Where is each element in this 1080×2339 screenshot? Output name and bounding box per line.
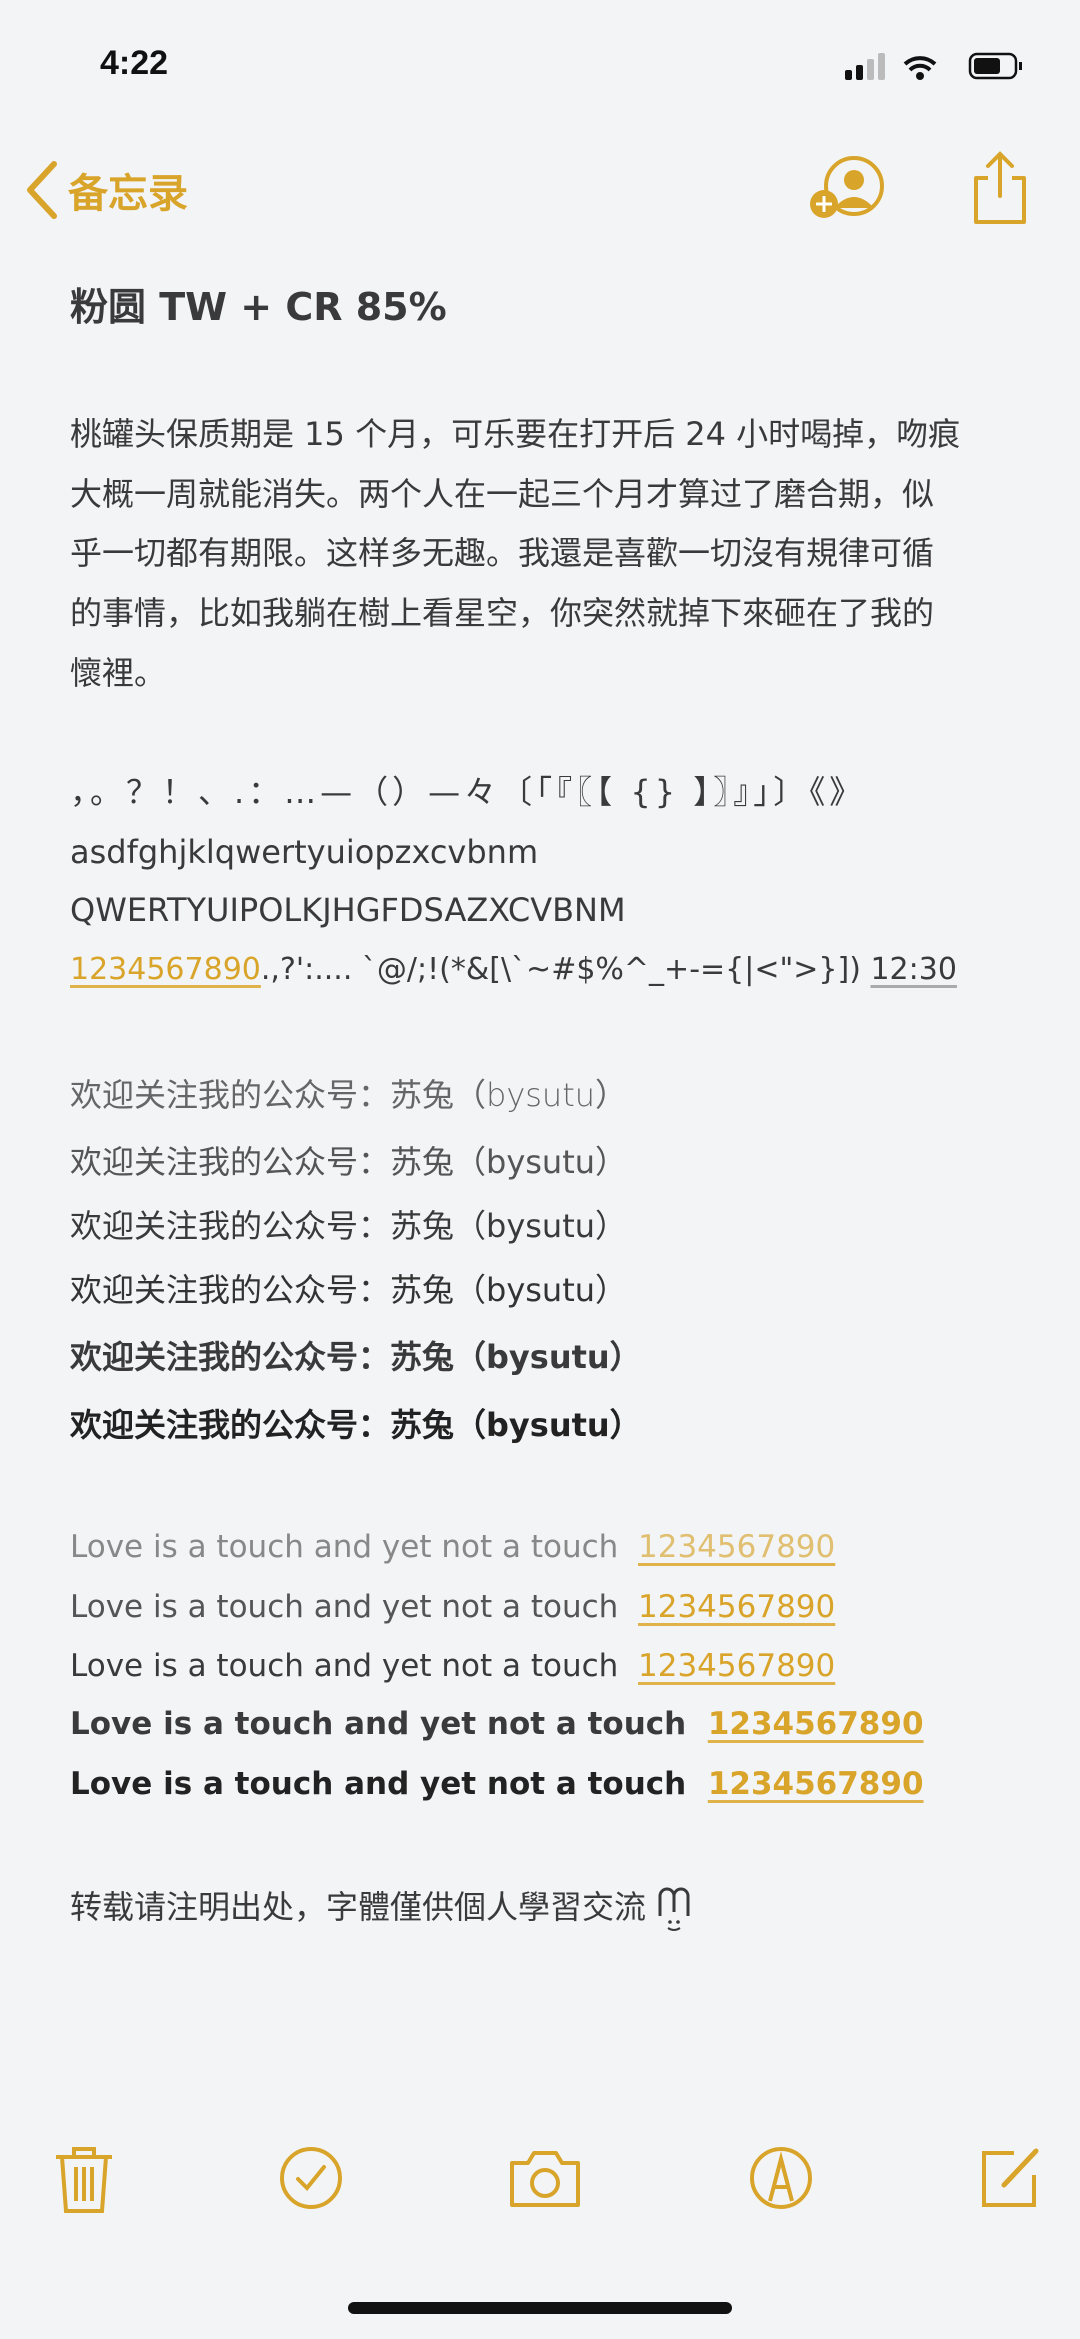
status-time: 4:22 bbox=[100, 44, 169, 82]
symbols-text: .,?':.... `@/;!(*&[\`~#$%^_+-={|<">}]) bbox=[260, 952, 871, 987]
number-link[interactable]: 1234567890 bbox=[708, 1766, 924, 1802]
add-person-icon bbox=[810, 156, 884, 218]
love-text: Love is a touch and yet not a touch bbox=[70, 1766, 687, 1802]
paragraph-line: 桃罐头保质期是 15 个月，可乐要在打开后 24 小时喝掉，吻痕 bbox=[70, 415, 961, 453]
back-label: 备忘录 bbox=[68, 171, 188, 217]
camera-button[interactable] bbox=[508, 2145, 580, 2209]
compose-button[interactable] bbox=[978, 2145, 1042, 2209]
number-link[interactable]: 1234567890 bbox=[638, 1529, 835, 1565]
share-icon bbox=[974, 151, 1026, 224]
love-line: Love is a touch and yet not a touch 1234… bbox=[70, 1585, 835, 1629]
symbols-line: 1234567890.,?':.... `@/;!(*&[\`~#$%^_+-=… bbox=[70, 948, 957, 992]
punctuation-line: ，。？！、.：…—（）—々〔「『〖【 {} 】〗』」〕《》 bbox=[70, 773, 866, 811]
checklist-button[interactable] bbox=[278, 2145, 342, 2209]
bunny-icon bbox=[658, 1887, 690, 1931]
lowercase-line: asdfghjklqwertyuiopzxcvbnm bbox=[70, 833, 539, 871]
love-text: Love is a touch and yet not a touch bbox=[70, 1589, 619, 1625]
love-line: Love is a touch and yet not a touch 1234… bbox=[70, 1644, 835, 1688]
paragraph-line: 乎一切都有期限。这样多无趣。我還是喜歡一切沒有規律可循 bbox=[70, 534, 935, 572]
digits-link[interactable]: 1234567890 bbox=[70, 952, 261, 987]
share-button[interactable] bbox=[970, 150, 1030, 230]
love-line: Love is a touch and yet not a touch 1234… bbox=[70, 1702, 924, 1746]
time-link[interactable]: 12:30 bbox=[870, 952, 956, 987]
love-line: Love is a touch and yet not a touch 1234… bbox=[70, 1525, 835, 1569]
markup-icon bbox=[750, 2147, 812, 2209]
welcome-line: 欢迎关注我的公众号：苏兔（bysutu） bbox=[70, 1271, 628, 1309]
uppercase-line: QWERTYUIPOLKJHGFDSAZXCVBNM bbox=[70, 891, 626, 929]
number-link[interactable]: 1234567890 bbox=[638, 1648, 835, 1684]
footer-line: 转载请注明出处，字體僅供個人學習交流 bbox=[70, 1882, 694, 1932]
paragraph-line: 大概一周就能消失。两个人在一起三个月才算过了磨合期，似 bbox=[70, 475, 935, 513]
number-link[interactable]: 1234567890 bbox=[638, 1589, 835, 1625]
paragraph-line: 懷裡。 bbox=[70, 654, 167, 692]
markup-button[interactable] bbox=[748, 2145, 812, 2209]
number-link[interactable]: 1234567890 bbox=[708, 1706, 924, 1742]
love-text: Love is a touch and yet not a touch bbox=[70, 1648, 619, 1684]
love-text: Love is a touch and yet not a touch bbox=[70, 1529, 619, 1565]
signal-wifi-battery-icon bbox=[845, 52, 1022, 80]
delete-button[interactable] bbox=[52, 2145, 116, 2213]
welcome-line: 欢迎关注我的公众号：苏兔（bysutu） bbox=[70, 1406, 642, 1444]
add-person-button[interactable] bbox=[808, 152, 888, 226]
note-title: 粉圆 TW + CR 85% bbox=[70, 285, 447, 329]
welcome-line: 欢迎关注我的公众号：苏兔（bysutu） bbox=[70, 1207, 628, 1245]
trash-icon bbox=[56, 2147, 112, 2213]
love-text: Love is a touch and yet not a touch bbox=[70, 1706, 687, 1742]
welcome-line: 欢迎关注我的公众号：苏兔（bysutu） bbox=[70, 1143, 628, 1181]
love-line: Love is a touch and yet not a touch 1234… bbox=[70, 1762, 924, 1806]
compose-icon bbox=[982, 2148, 1039, 2207]
status-icons bbox=[845, 50, 1045, 86]
paragraph-line: 的事情，比如我躺在樹上看星空，你突然就掉下來砸在了我的 bbox=[70, 594, 935, 632]
checklist-icon bbox=[280, 2147, 342, 2209]
welcome-line: 欢迎关注我的公众号：苏兔（bysutu） bbox=[70, 1076, 628, 1114]
welcome-line: 欢迎关注我的公众号：苏兔（bysutu） bbox=[70, 1338, 642, 1376]
footer-text: 转载请注明出处，字體僅供個人學習交流 bbox=[70, 1888, 647, 1926]
back-button[interactable]: 备忘录 bbox=[22, 160, 188, 220]
chevron-left-icon bbox=[27, 161, 57, 219]
home-indicator[interactable] bbox=[348, 2302, 732, 2314]
camera-icon bbox=[510, 2151, 580, 2207]
